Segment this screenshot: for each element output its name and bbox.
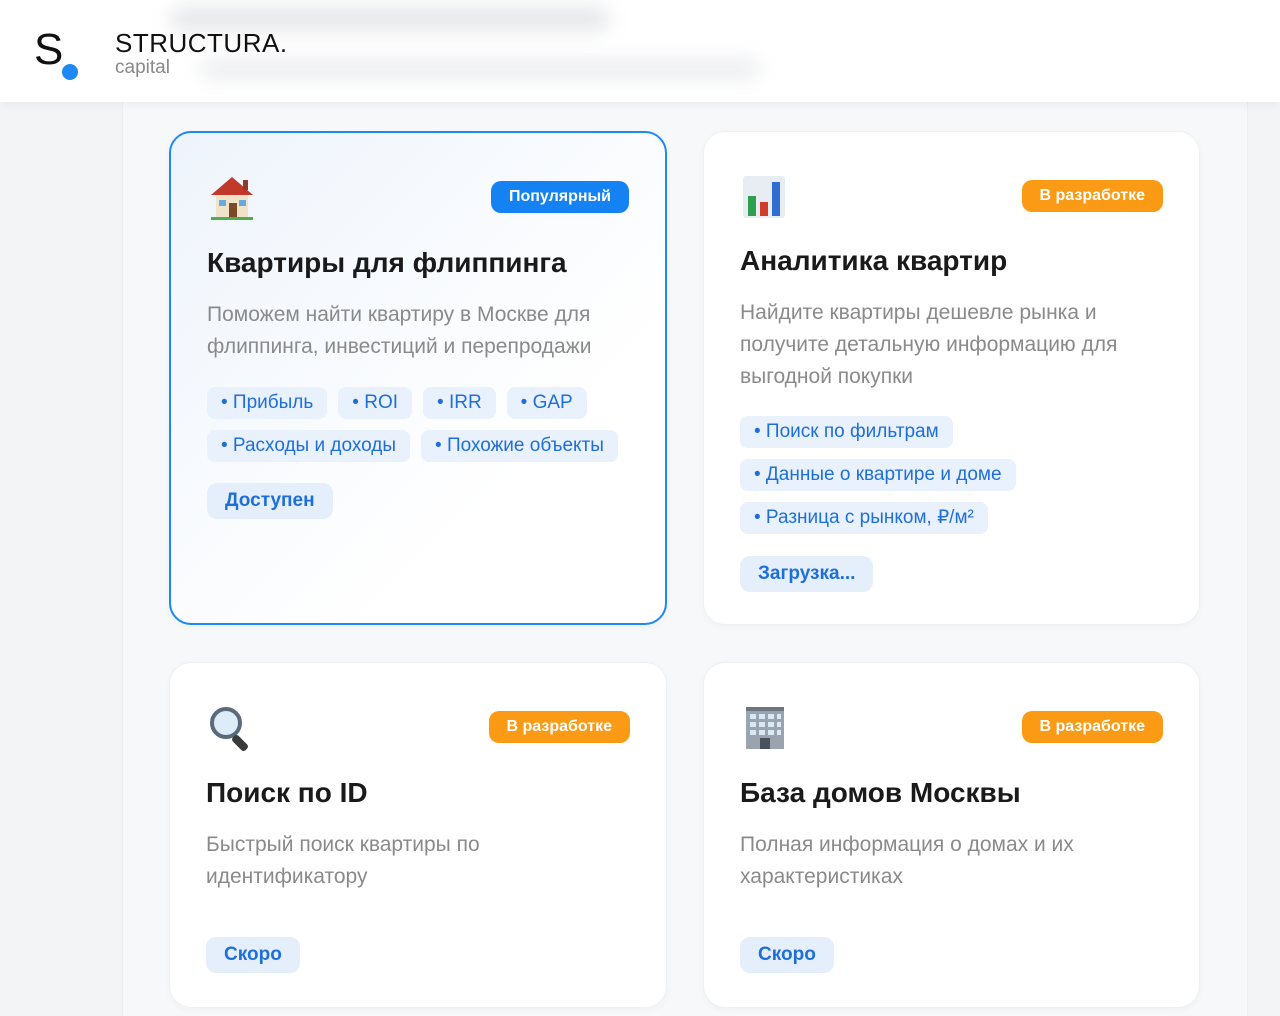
feature-tag: • Расходы и доходы (207, 430, 411, 462)
in-development-badge: В разработке (1021, 180, 1163, 212)
feature-tag: • ROI (338, 387, 413, 419)
desc-line: идентификатору (206, 865, 368, 888)
logo[interactable]: S (34, 26, 86, 82)
status-soon-button[interactable]: Скоро (206, 937, 300, 973)
card-title: Поиск по ID (206, 777, 368, 808)
desc-line: Поможем найти квартиру в Москве для (207, 303, 591, 326)
office-building-icon (740, 703, 790, 753)
popular-badge: Популярный (490, 181, 629, 213)
in-development-badge: В разработке (488, 711, 630, 743)
desc-line: флиппинга, инвестиций и перепродажи (207, 335, 592, 358)
desc-line: Найдите квартиры дешевле рынка и (740, 301, 1097, 324)
desc-line: получите детальную информацию для (740, 333, 1118, 356)
app-header: S STRUCTURA. capital (0, 0, 1280, 102)
card-analytics[interactable]: В разработке Аналитика квартир Найдите к… (703, 131, 1200, 625)
feature-tag: • IRR (423, 387, 496, 419)
card-title: База домов Москвы (740, 777, 1021, 808)
in-development-badge: В разработке (1021, 711, 1163, 743)
brand-name: STRUCTURA. (115, 28, 288, 58)
feature-tag: • GAP (506, 387, 587, 419)
house-icon (207, 173, 257, 223)
feature-tag: • Данные о квартире и доме (740, 459, 1016, 491)
desc-line: Быстрый поиск квартиры по (206, 833, 480, 856)
card-description: Быстрый поиск квартиры по идентификатору (206, 829, 646, 893)
status-available-button[interactable]: Доступен (207, 483, 333, 519)
card-title: Аналитика квартир (740, 245, 1008, 276)
logo-dot-icon (62, 64, 78, 80)
feature-tag: • Поиск по фильтрам (740, 416, 953, 448)
status-soon-button[interactable]: Скоро (740, 937, 834, 973)
feature-tag: • Разница с рынком, ₽/м² (740, 502, 988, 534)
brand-subtitle: capital (115, 57, 170, 78)
card-description: Найдите квартиры дешевле рынка и получит… (740, 297, 1180, 393)
card-search-by-id[interactable]: В разработке Поиск по ID Быстрый поиск к… (169, 662, 667, 1008)
desc-line: Полная информация о домах и их (740, 833, 1074, 856)
card-description: Полная информация о домах и их характери… (740, 829, 1180, 893)
bar-chart-icon (740, 172, 790, 222)
card-description: Поможем найти квартиру в Москве для флип… (207, 299, 647, 363)
card-title: Квартиры для флиппинга (207, 247, 567, 278)
feature-tag: • Похожие объекты (421, 430, 618, 462)
blurred-content (200, 58, 760, 80)
feature-tags: • Прибыль • ROI • IRR • GAP • Расходы и … (207, 387, 637, 462)
magnifier-icon (206, 703, 256, 753)
status-loading-button[interactable]: Загрузка... (740, 556, 874, 592)
card-buildings-database[interactable]: В разработке База домов Москвы Полная ин… (703, 662, 1200, 1008)
desc-line: выгодной покупки (740, 365, 914, 388)
card-flipping[interactable]: Популярный Квартиры для флиппинга Поможе… (169, 131, 667, 625)
feature-tag: • Прибыль (207, 387, 328, 419)
desc-line: характеристиках (740, 865, 903, 888)
feature-tags: • Поиск по фильтрам • Данные о квартире … (740, 416, 1060, 534)
logo-letter: S (34, 25, 64, 74)
